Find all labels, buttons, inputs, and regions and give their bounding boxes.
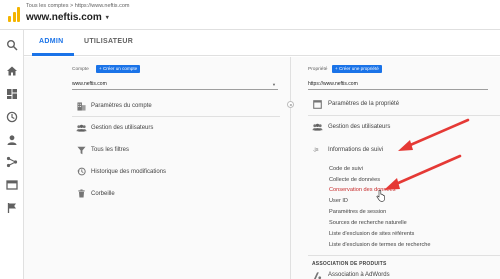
tracking-sub-item-user-id[interactable]: User ID <box>329 198 348 204</box>
top-header: Tous les comptes > https://www.neftis.co… <box>0 0 500 30</box>
tracking-sub-item-referral-exclusion[interactable]: Liste d'exclusion de sites référents <box>329 231 414 237</box>
chevron-down-icon[interactable]: ▼ <box>272 82 276 87</box>
tracking-sub-item-data-collection[interactable]: Collecte de données <box>329 177 380 183</box>
account-item-label: Historique des modifications <box>91 169 167 175</box>
mouse-cursor-icon <box>376 190 385 202</box>
dashboard-icon[interactable] <box>6 88 18 100</box>
settings-square-icon <box>313 100 322 109</box>
divider <box>308 115 500 116</box>
account-item-label: Corbeille <box>91 191 115 197</box>
users-icon <box>312 123 323 131</box>
tracking-sub-item-search-term-exclusion[interactable]: Liste d'exclusion de termes de recherche <box>329 242 431 248</box>
product-linking-header: ASSOCIATION DE PRODUITS <box>312 261 387 267</box>
account-column-label: Compte <box>72 67 89 72</box>
divider <box>72 116 280 117</box>
property-item-label: Gestion des utilisateurs <box>328 124 391 130</box>
admin-content: Compte + Créer un compte www.neftis.com … <box>24 57 500 279</box>
tracking-sub-item-organic-sources[interactable]: Sources de recherche naturelle <box>329 220 407 226</box>
column-separator <box>290 57 291 279</box>
analytics-logo-icon[interactable] <box>8 7 20 22</box>
tracking-sub-item-code[interactable]: Code de suivi <box>329 166 363 172</box>
account-item-label: Paramètres du compte <box>91 103 152 109</box>
acquisition-icon[interactable] <box>6 156 18 168</box>
chevron-down-icon: ▾ <box>105 14 109 21</box>
analytics-admin-screen: Tous les comptes > https://www.neftis.co… <box>0 0 500 279</box>
search-icon[interactable] <box>6 39 18 51</box>
users-icon <box>76 124 87 132</box>
property-select-value[interactable]: https://www.neftis.com <box>308 81 358 87</box>
tab-user[interactable]: UTILISATEUR <box>84 38 133 45</box>
tracking-sub-item-session-settings[interactable]: Paramètres de session <box>329 209 386 215</box>
collapse-toggle[interactable]: ◂ <box>287 101 294 108</box>
history-icon <box>77 167 86 176</box>
person-icon[interactable] <box>6 134 18 146</box>
admin-tabs: ADMIN UTILISATEUR <box>24 30 500 56</box>
create-property-button[interactable]: + Créer une propriété <box>332 65 382 73</box>
divider <box>308 255 500 256</box>
breadcrumb[interactable]: Tous les comptes > https://www.neftis.co… <box>26 3 129 9</box>
filter-icon <box>77 146 86 155</box>
account-title: www.neftis.com <box>26 12 102 23</box>
left-nav-rail <box>0 30 24 279</box>
tab-admin[interactable]: ADMIN <box>39 38 63 45</box>
tracking-sub-item-data-retention[interactable]: Conservation des données <box>329 187 396 193</box>
building-icon <box>77 102 86 111</box>
clock-icon[interactable] <box>6 111 18 123</box>
property-item-label: Paramètres de la propriété <box>328 101 400 107</box>
tab-active-indicator <box>32 53 74 56</box>
account-select-underline <box>72 89 278 90</box>
behavior-icon[interactable] <box>6 179 18 191</box>
create-account-button[interactable]: + Créer un compte <box>96 65 141 73</box>
account-select-value[interactable]: www.neftis.com <box>72 81 107 87</box>
flag-icon[interactable] <box>6 202 18 214</box>
account-item-label: Gestion des utilisateurs <box>91 125 154 131</box>
js-icon: .js <box>313 147 319 153</box>
property-select-underline <box>308 89 488 90</box>
property-column-label: Propriété <box>308 67 328 72</box>
property-item-label: Informations de suivi <box>328 147 384 153</box>
home-icon[interactable] <box>6 65 18 77</box>
property-item-label: Association à AdWords <box>328 272 390 278</box>
trash-icon <box>78 189 85 198</box>
account-selector[interactable]: www.neftis.com ▾ <box>26 12 109 23</box>
account-item-label: Tous les filtres <box>91 147 130 153</box>
adwords-icon <box>313 272 322 279</box>
